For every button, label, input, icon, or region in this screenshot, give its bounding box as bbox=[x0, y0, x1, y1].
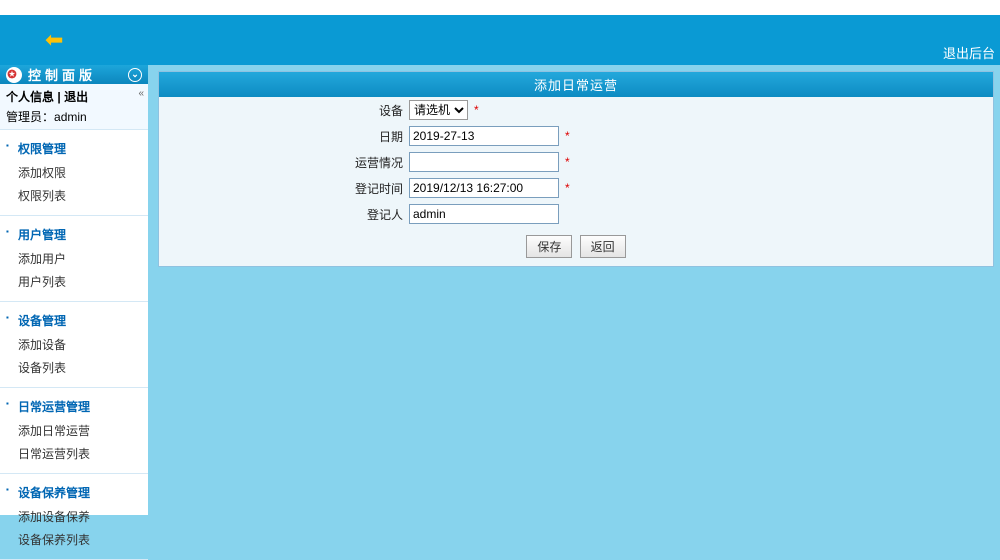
menu-header-device[interactable]: 设备管理 bbox=[0, 308, 148, 333]
menu-header-permission[interactable]: 权限管理 bbox=[0, 136, 148, 161]
form-row-date: 日期 * bbox=[159, 123, 993, 149]
logout-backend-link[interactable]: 退出后台 bbox=[943, 43, 995, 62]
asterisk-icon: * bbox=[565, 181, 570, 195]
user-info-line2: 管理员：admin bbox=[6, 108, 142, 125]
field-registrant bbox=[409, 204, 559, 224]
menu-item-add-permission[interactable]: 添加权限 bbox=[0, 161, 148, 184]
menu-item-add-operation[interactable]: 添加日常运营 bbox=[0, 419, 148, 442]
sidebar-panel-header: ✪ 控制面版 ⌄ bbox=[0, 65, 148, 84]
user-info-line1: 个人信息 | 退出 bbox=[6, 88, 142, 105]
menu-section-maintenance: 设备保养管理 添加设备保养 设备保养列表 bbox=[0, 480, 148, 560]
user-info-block: 个人信息 | 退出 « 管理员：admin bbox=[0, 84, 148, 130]
regtime-input[interactable] bbox=[409, 178, 559, 198]
panel-title-text: 控制面版 bbox=[28, 65, 96, 84]
field-date: * bbox=[409, 126, 570, 146]
status-input[interactable] bbox=[409, 152, 559, 172]
save-button[interactable]: 保存 bbox=[526, 235, 572, 258]
form-row-registrant: 登记人 bbox=[159, 201, 993, 227]
label-status: 运营情况 bbox=[159, 154, 409, 171]
device-select[interactable]: 请选机 bbox=[409, 100, 468, 120]
menu-header-operation[interactable]: 日常运营管理 bbox=[0, 394, 148, 419]
username-text: admin bbox=[54, 110, 87, 124]
form-row-regtime: 登记时间 * bbox=[159, 175, 993, 201]
asterisk-icon: * bbox=[565, 129, 570, 143]
menu-section-operation: 日常运营管理 添加日常运营 日常运营列表 bbox=[0, 394, 148, 474]
menu-section-user: 用户管理 添加用户 用户列表 bbox=[0, 222, 148, 302]
menu-header-maintenance[interactable]: 设备保养管理 bbox=[0, 480, 148, 505]
personal-info-link[interactable]: 个人信息 bbox=[6, 90, 54, 104]
registrant-input[interactable] bbox=[409, 204, 559, 224]
expand-icon[interactable]: ⌄ bbox=[128, 68, 142, 82]
back-arrow-icon[interactable]: ⬅ bbox=[45, 27, 63, 53]
asterisk-icon: * bbox=[565, 155, 570, 169]
menu-item-add-device[interactable]: 添加设备 bbox=[0, 333, 148, 356]
label-device: 设备 bbox=[159, 102, 409, 119]
top-bar: ⬅ 退出后台 bbox=[0, 15, 1000, 65]
menu-item-add-maintenance[interactable]: 添加设备保养 bbox=[0, 505, 148, 528]
globe-icon: ✪ bbox=[6, 67, 22, 83]
button-row: 保存 返回 bbox=[159, 227, 993, 266]
label-regtime: 登记时间 bbox=[159, 180, 409, 197]
menu-item-permission-list[interactable]: 权限列表 bbox=[0, 184, 148, 207]
field-status: * bbox=[409, 152, 570, 172]
sidebar: ✪ 控制面版 ⌄ 个人信息 | 退出 « 管理员：admin 权限管理 添加权限… bbox=[0, 65, 148, 515]
field-regtime: * bbox=[409, 178, 570, 198]
field-device: 请选机 * bbox=[409, 100, 479, 120]
menu-item-device-list[interactable]: 设备列表 bbox=[0, 356, 148, 379]
form-row-device: 设备 请选机 * bbox=[159, 97, 993, 123]
logout-link[interactable]: 退出 bbox=[64, 90, 88, 104]
menu-item-maintenance-list[interactable]: 设备保养列表 bbox=[0, 528, 148, 551]
role-label: 管理员： bbox=[6, 110, 54, 124]
label-date: 日期 bbox=[159, 128, 409, 145]
form-row-status: 运营情况 * bbox=[159, 149, 993, 175]
menu-header-user[interactable]: 用户管理 bbox=[0, 222, 148, 247]
form-title: 添加日常运营 bbox=[159, 72, 993, 97]
content-panel: 添加日常运营 设备 请选机 * 日期 * bbox=[158, 71, 994, 267]
content-area: 添加日常运营 设备 请选机 * 日期 * bbox=[148, 65, 1000, 515]
top-gap bbox=[0, 0, 1000, 15]
menu-item-user-list[interactable]: 用户列表 bbox=[0, 270, 148, 293]
menu-item-operation-list[interactable]: 日常运营列表 bbox=[0, 442, 148, 465]
form-table: 设备 请选机 * 日期 * 运营情况 bbox=[159, 97, 993, 266]
asterisk-icon: * bbox=[474, 103, 479, 117]
date-input[interactable] bbox=[409, 126, 559, 146]
label-registrant: 登记人 bbox=[159, 206, 409, 223]
back-button[interactable]: 返回 bbox=[580, 235, 626, 258]
main-wrap: ✪ 控制面版 ⌄ 个人信息 | 退出 « 管理员：admin 权限管理 添加权限… bbox=[0, 65, 1000, 515]
menu-item-add-user[interactable]: 添加用户 bbox=[0, 247, 148, 270]
collapse-icon[interactable]: « bbox=[138, 88, 144, 99]
menu-section-device: 设备管理 添加设备 设备列表 bbox=[0, 308, 148, 388]
menu-section-permission: 权限管理 添加权限 权限列表 bbox=[0, 136, 148, 216]
